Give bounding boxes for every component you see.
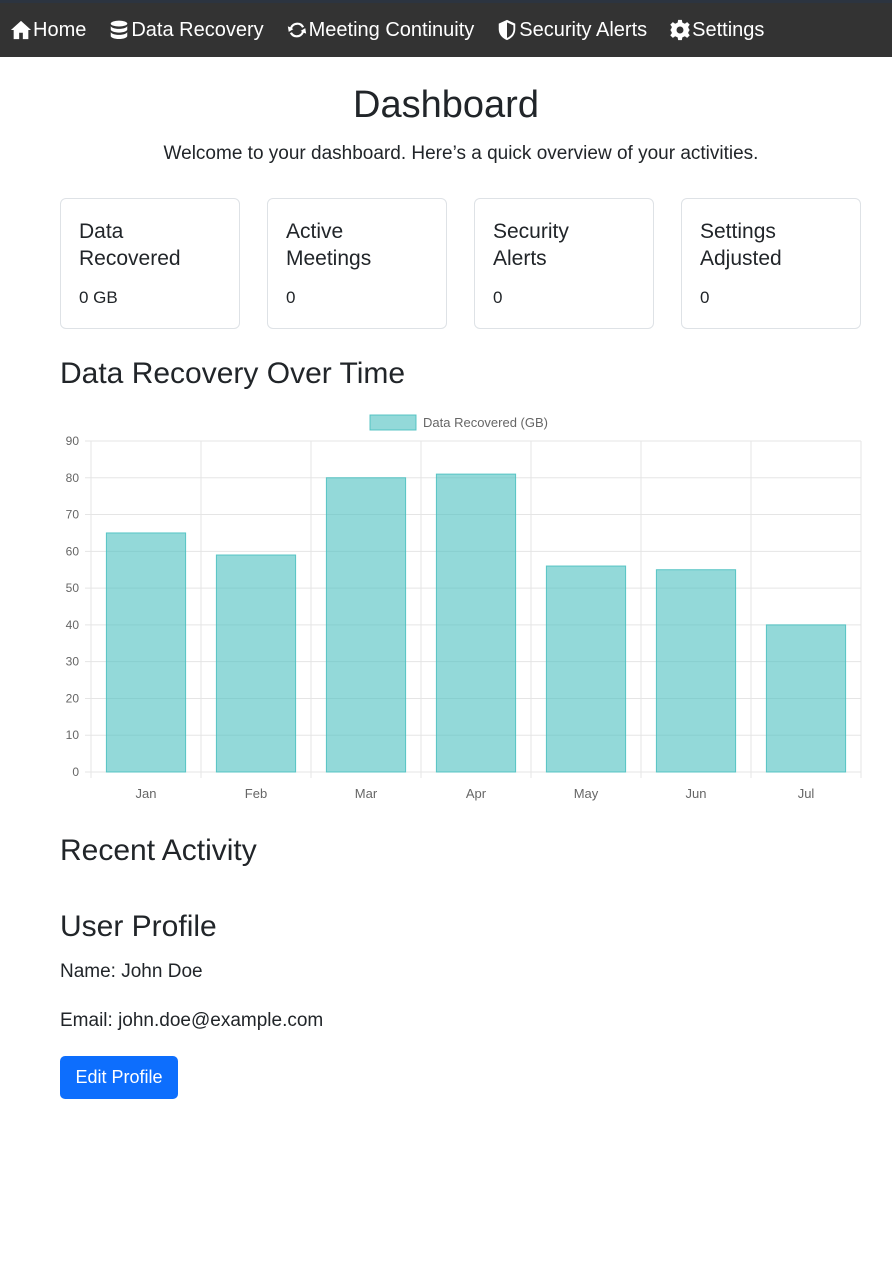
chart-heading: Data Recovery Over Time: [60, 357, 406, 390]
x-tick-label: May: [574, 786, 599, 801]
nav-security-alerts[interactable]: Security Alerts: [496, 3, 647, 57]
card-security-alerts: Security Alerts 0: [474, 198, 654, 329]
nav-security-alerts-label: Security Alerts: [519, 18, 648, 41]
y-tick-label: 70: [66, 508, 80, 522]
y-tick-label: 0: [72, 765, 79, 779]
nav-home[interactable]: Home: [10, 3, 86, 57]
bar-apr: [435, 473, 517, 773]
card-settings-adjusted: Settings Adjusted 0: [681, 198, 861, 329]
shield-icon: [499, 19, 516, 41]
nav-data-recovery-label: Data Recovery: [131, 18, 264, 41]
profile-name: Name: John Doe: [60, 961, 203, 982]
card-title: Security Alerts: [493, 220, 569, 270]
recent-activity-heading: Recent Activity: [60, 834, 257, 867]
card-title: Active Meetings: [286, 220, 372, 270]
x-tick-label: Jun: [686, 786, 707, 801]
page-title: Dashboard: [353, 84, 539, 126]
bar-mar: [325, 477, 407, 773]
edit-profile-button[interactable]: Edit Profile: [60, 1056, 178, 1099]
home-icon: [10, 20, 32, 40]
x-tick-label: Jul: [798, 786, 815, 801]
y-tick-label: 60: [66, 544, 80, 558]
card-active-meetings: Active Meetings 0: [267, 198, 447, 329]
x-tick-label: Mar: [355, 786, 378, 801]
legend-swatch: [369, 414, 417, 431]
y-tick-label: 50: [66, 581, 80, 595]
page-subtitle: Welcome to your dashboard. Here’s a quic…: [163, 143, 759, 164]
sync-icon: [287, 22, 306, 38]
bar-jan: [105, 532, 187, 773]
data-recovery-chart: 0 10 20 30 40 50 60 70 80 90 Jan Feb Mar Apr May Jun Jul…: [50, 408, 870, 808]
database-icon: [111, 20, 128, 39]
y-tick-label: 20: [66, 691, 80, 705]
card-title: Data Recovered: [79, 220, 181, 270]
card-value: 0: [700, 288, 710, 307]
user-profile-heading: User Profile: [60, 910, 217, 943]
card-value: 0: [286, 288, 296, 307]
x-tick-label: Jan: [136, 786, 157, 801]
chart-canvas: 0 10 20 30 40 50 60 70 80 90 Jan Feb Mar Apr May Jun Jul…: [66, 414, 862, 801]
legend-label: Data Recovered (GB): [423, 415, 548, 430]
card-value: 0: [493, 288, 503, 307]
nav-meeting-continuity-label: Meeting Continuity: [308, 18, 475, 41]
x-tick-label: Apr: [466, 786, 487, 801]
y-tick-label: 10: [66, 728, 80, 742]
card-data-recovered: Data Recovered 0 GB: [60, 198, 240, 329]
nav-settings[interactable]: Settings: [669, 3, 764, 57]
card-title: Settings Adjusted: [700, 220, 782, 270]
nav-data-recovery[interactable]: Data Recovery: [108, 3, 264, 57]
profile-email: Email: john.doe@example.com: [60, 1010, 324, 1031]
bar-jun: [655, 569, 737, 773]
x-tick-label: Feb: [245, 786, 267, 801]
nav-meeting-continuity[interactable]: Meeting Continuity: [286, 3, 475, 57]
nav-settings-label: Settings: [692, 18, 765, 41]
y-tick-label: 80: [66, 471, 80, 485]
nav-home-label: Home: [33, 18, 87, 41]
gear-icon: [670, 19, 691, 41]
bar-may: [545, 565, 627, 773]
top-navigation: Home Data Recovery Meeting Continuity Se…: [0, 0, 892, 57]
y-tick-label: 90: [66, 434, 80, 448]
y-tick-label: 40: [66, 618, 80, 632]
y-tick-label: 30: [66, 655, 80, 669]
bar-feb: [215, 554, 297, 773]
bar-jul: [765, 624, 847, 773]
card-value: 0 GB: [79, 288, 118, 307]
